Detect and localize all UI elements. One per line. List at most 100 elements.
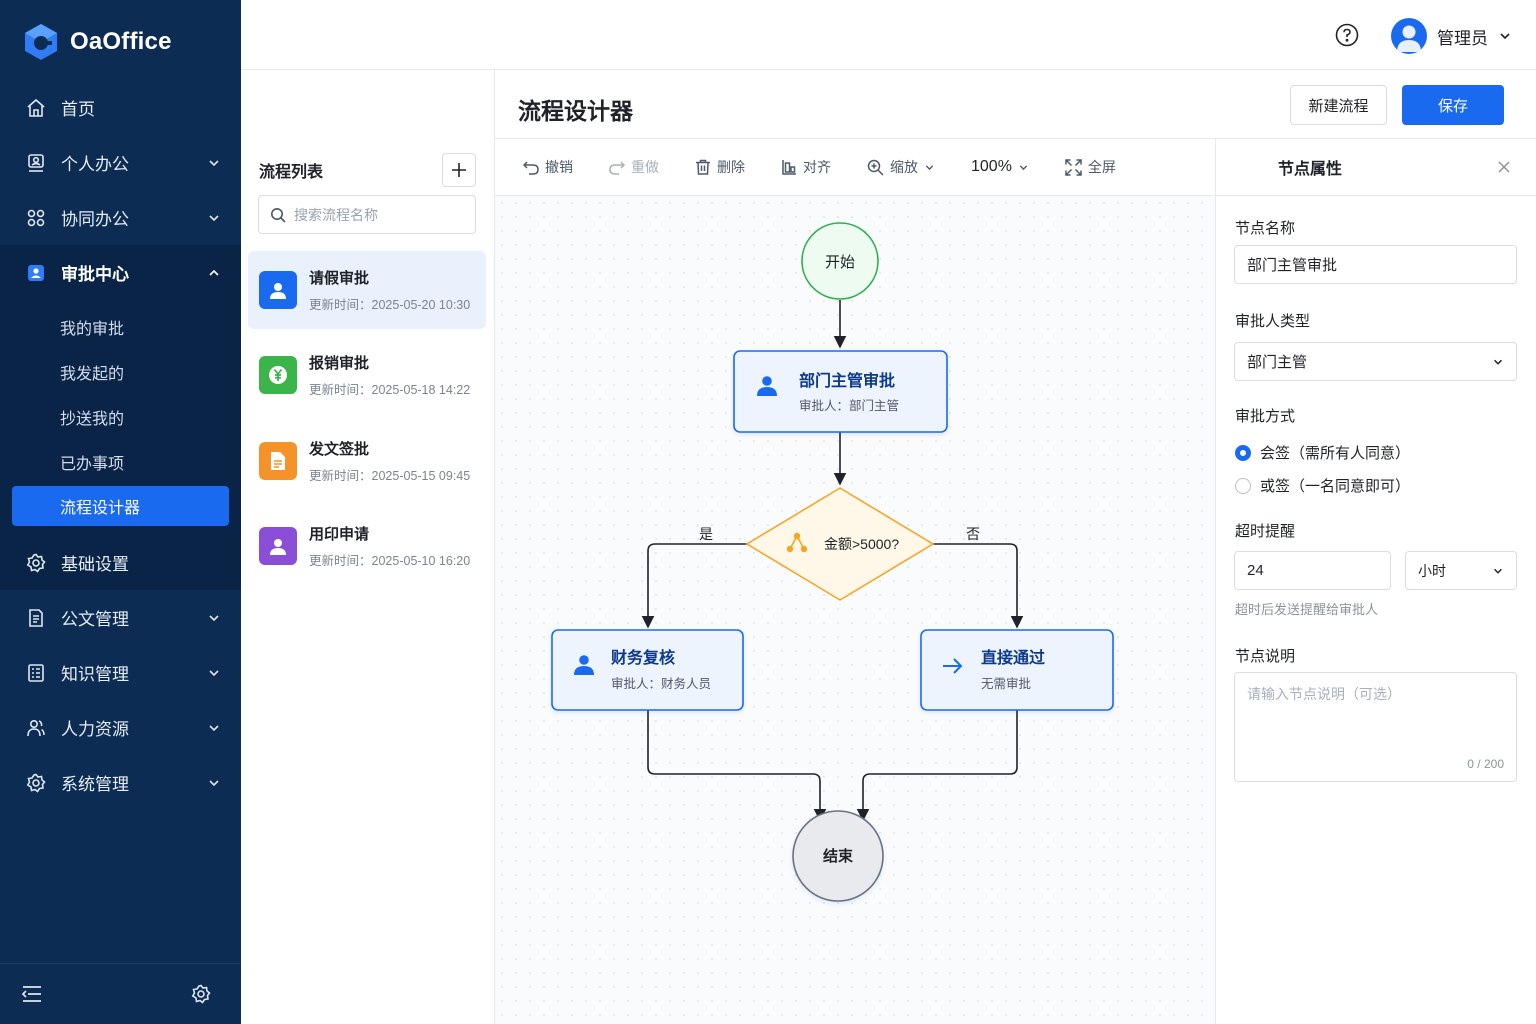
zoom-in-icon	[867, 159, 884, 176]
redo-label: 重做	[631, 159, 659, 175]
pass-node-sub: 无需审批	[981, 676, 1031, 691]
user-name: 管理员	[1437, 28, 1488, 48]
nav-label: 公文管理	[61, 610, 129, 629]
timeout-label: 超时提醒	[1235, 523, 1296, 540]
flow-list-item[interactable]: 用印申请 更新时间：2025-05-10 16:20	[248, 507, 486, 585]
finance-review-node[interactable]: 财务复核 审批人：财务人员	[551, 629, 744, 711]
close-icon[interactable]	[1498, 161, 1510, 173]
fullscreen-button[interactable]: 全屏	[1065, 157, 1116, 177]
nav-label: 基础设置	[61, 555, 129, 574]
delete-label: 删除	[717, 159, 745, 175]
approver-type-select[interactable]: 部门主管	[1234, 342, 1517, 381]
align-label: 对齐	[803, 159, 831, 175]
flow-list-panel: 流程列表 请假审批 更新时间：2025-05-20 10:30 报销审批 更新时…	[241, 70, 495, 1024]
nav-item-home[interactable]: 首页	[0, 80, 241, 135]
gear-icon	[25, 552, 47, 574]
timeout-unit-select[interactable]: 小时	[1405, 551, 1517, 590]
node-desc-textarea[interactable]: 请输入节点说明（可选） 0 / 200	[1234, 672, 1517, 782]
flow-updated-time: 更新时间：2025-05-15 09:45	[309, 465, 470, 484]
approve-node-title: 部门主管审批	[799, 371, 895, 390]
radio-unchecked-icon	[1235, 477, 1251, 494]
start-node[interactable]: 开始	[801, 222, 879, 300]
nav-item-personal-office[interactable]: 个人办公	[0, 135, 241, 190]
redo-button[interactable]: 重做	[609, 157, 659, 177]
add-flow-button[interactable]	[442, 153, 476, 187]
time-prefix: 更新时间：	[309, 383, 372, 397]
edge-decision-yes	[641, 543, 747, 629]
radio-countersign[interactable]: 会签（需所有人同意）	[1235, 442, 1410, 463]
sidebar: OaOffice 首页 个人办公 协同办公 审批中心 我的审批 我发起的 抄送我…	[0, 0, 241, 1024]
approval-submenu: 我的审批 我发起的 抄送我的 已办事项 流程设计器	[0, 300, 241, 535]
page-title: 流程设计器	[518, 98, 633, 124]
end-node[interactable]: 结束	[792, 810, 884, 902]
nav-label: 首页	[61, 100, 95, 119]
undo-button[interactable]: 撤销	[523, 157, 573, 177]
sub-item-cc-to-me[interactable]: 抄送我的	[0, 394, 241, 439]
chevron-down-icon	[207, 666, 221, 680]
nav-label: 系统管理	[61, 775, 129, 794]
brand[interactable]: OaOffice	[22, 22, 172, 62]
nav-label: 知识管理	[61, 665, 129, 684]
nav-item-human-resources[interactable]: 人力资源	[0, 700, 241, 755]
approval-method-label: 审批方式	[1235, 408, 1296, 425]
approval-icon	[25, 262, 47, 284]
approver-type-label: 审批人类型	[1235, 313, 1311, 330]
decision-node[interactable]: 金额>5000?	[745, 487, 935, 601]
zoom-level-select[interactable]: 100%	[971, 158, 1029, 176]
search-input[interactable]	[294, 206, 464, 223]
flow-list-item[interactable]: 发文签批 更新时间：2025-05-15 09:45	[248, 422, 486, 500]
redo-icon	[609, 159, 625, 175]
direct-pass-node[interactable]: 直接通过 无需审批	[920, 629, 1114, 711]
nav-item-approval-center[interactable]: 审批中心	[0, 245, 241, 300]
sub-item-done[interactable]: 已办事项	[0, 439, 241, 484]
document-icon	[25, 607, 47, 629]
sub-item-flow-designer[interactable]: 流程设计器	[12, 486, 229, 526]
flow-list-item[interactable]: 请假审批 更新时间：2025-05-20 10:30	[248, 251, 486, 329]
branch-no-label: 否	[966, 526, 980, 542]
edge-decision-no	[933, 543, 1024, 629]
nav-label: 协同办公	[61, 210, 129, 229]
flow-updated-time: 更新时间：2025-05-10 16:20	[309, 550, 470, 569]
flow-canvas[interactable]: 开始 部门主管审批 审批人：部门主管 金额>5000? 是 否 财务复核 审批人…	[495, 196, 1215, 1024]
zoom-button[interactable]: 缩放	[867, 157, 935, 177]
radio-or-sign[interactable]: 或签（一名同意即可）	[1235, 475, 1410, 496]
align-button[interactable]: 对齐	[781, 157, 831, 177]
delete-button[interactable]: 删除	[695, 157, 745, 177]
chevron-down-icon	[1492, 565, 1504, 577]
save-button[interactable]: 保存	[1402, 85, 1504, 125]
pass-node-title: 直接通过	[981, 648, 1045, 667]
sub-item-my-approvals[interactable]: 我的审批	[0, 304, 241, 349]
node-name-field[interactable]: 部门主管审批	[1234, 245, 1517, 284]
node-properties-panel: 节点属性 节点名称 部门主管审批 审批人类型 部门主管 审批方式 会签（需所有人…	[1215, 139, 1536, 1024]
branch-yes-label: 是	[699, 526, 713, 542]
help-icon[interactable]	[1335, 23, 1359, 47]
new-flow-button[interactable]: 新建流程	[1290, 85, 1387, 125]
timeout-value-field[interactable]: 24	[1234, 551, 1391, 590]
flow-list-header: 流程列表	[259, 153, 476, 187]
approve-node[interactable]: 部门主管审批 审批人：部门主管	[733, 350, 948, 433]
end-node-label: 结束	[823, 847, 854, 865]
nav-item-collab-office[interactable]: 协同办公	[0, 190, 241, 245]
props-header: 节点属性	[1216, 139, 1536, 196]
flow-list-item[interactable]: 报销审批 更新时间：2025-05-18 14:22	[248, 336, 486, 414]
nav-item-system-mgmt[interactable]: 系统管理	[0, 755, 241, 810]
system-gear-icon	[25, 772, 47, 794]
settings-icon[interactable]	[191, 984, 211, 1004]
user-menu[interactable]: 管理员	[1391, 17, 1512, 55]
collapse-menu-icon[interactable]	[22, 985, 42, 1003]
time-prefix: 更新时间：	[309, 469, 372, 483]
chevron-down-icon	[1498, 29, 1512, 43]
nav-item-document-mgmt[interactable]: 公文管理	[0, 590, 241, 645]
people-icon	[25, 717, 47, 739]
node-desc-label: 节点说明	[1235, 648, 1296, 665]
nav-item-basic-settings[interactable]: 基础设置	[0, 535, 241, 590]
props-title: 节点属性	[1278, 161, 1343, 178]
chevron-down-icon	[924, 162, 935, 173]
user-icon	[259, 271, 297, 309]
nav-item-knowledge-mgmt[interactable]: 知识管理	[0, 645, 241, 700]
chevron-down-icon	[1018, 162, 1029, 173]
char-counter: 0 / 200	[1467, 757, 1504, 771]
start-node-label: 开始	[825, 254, 855, 271]
sub-item-my-initiated[interactable]: 我发起的	[0, 349, 241, 394]
trash-icon	[695, 159, 711, 175]
